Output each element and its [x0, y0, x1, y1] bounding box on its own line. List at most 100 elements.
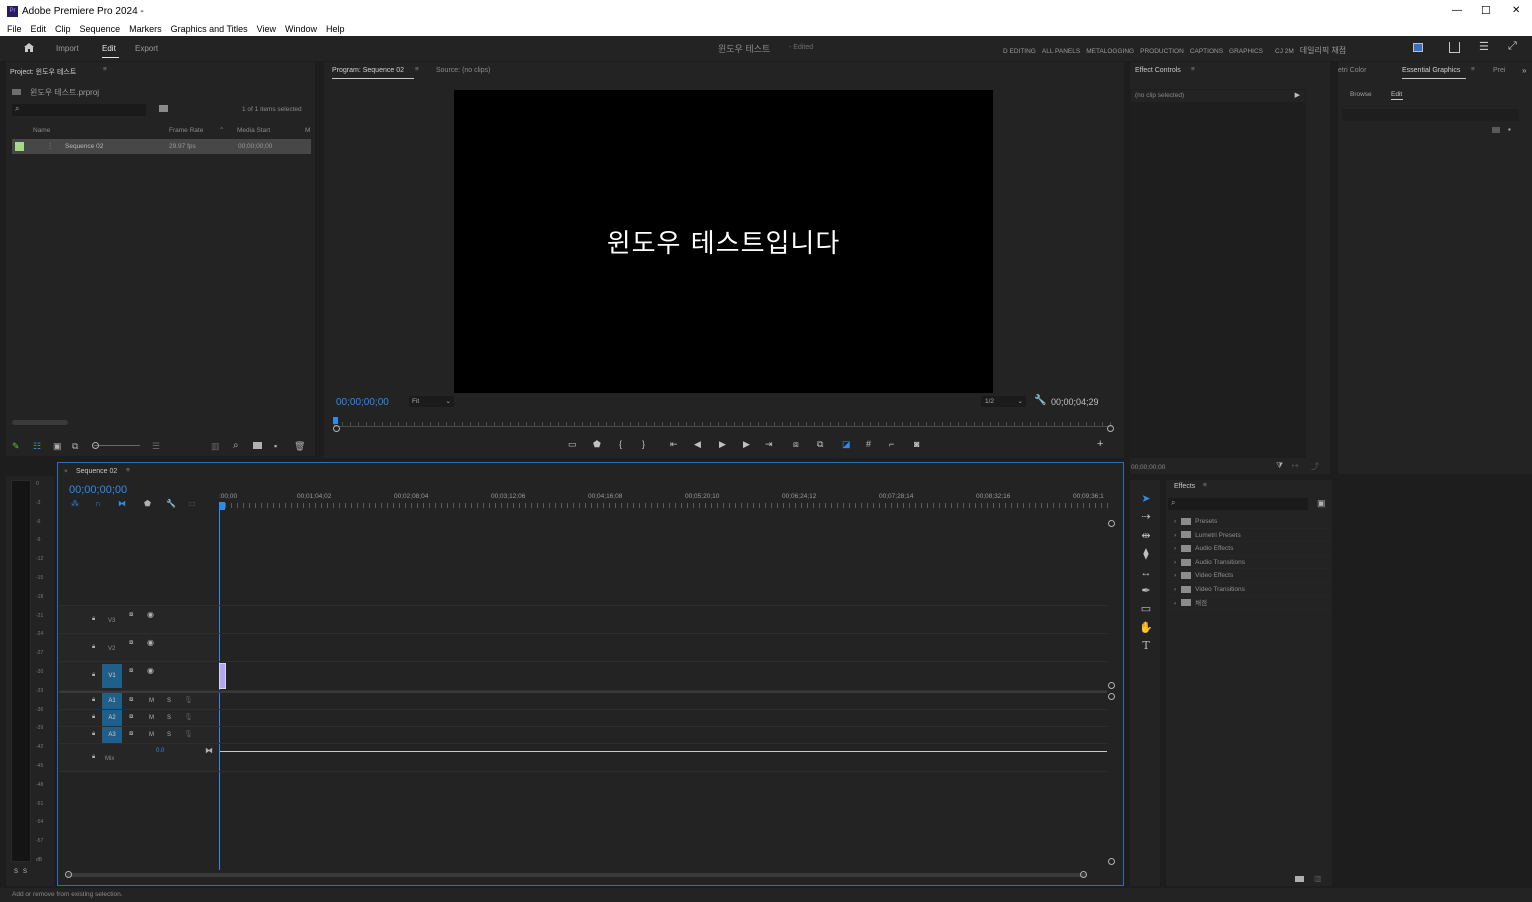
eye-icon[interactable]: ◉ — [147, 638, 154, 647]
wrench-icon[interactable]: 🔧 — [166, 499, 176, 508]
timeline-ruler[interactable]: :00;00 00;01;04;02 00;02;08;04 00;03;12;… — [219, 490, 1109, 512]
video-clip[interactable] — [219, 663, 226, 689]
tab-export[interactable]: Export — [135, 44, 158, 53]
mic-icon[interactable]: 🎙︎ — [184, 730, 193, 738]
menu-window[interactable]: Window — [285, 24, 317, 34]
track-label-v3[interactable]: V3 — [108, 618, 115, 624]
mix-volume-line[interactable] — [220, 751, 1107, 752]
tab-essential-graphics[interactable]: Essential Graphics — [1402, 67, 1460, 74]
selection-tool-icon[interactable]: ➤ — [1137, 490, 1155, 508]
workspace-daily[interactable]: 데일리픽 채점 — [1300, 46, 1346, 55]
go-to-out-icon[interactable]: ⇥ — [765, 439, 773, 450]
filter-icon[interactable]: ⧩ — [1276, 461, 1283, 471]
pen-tool-icon[interactable]: ✒ — [1137, 582, 1155, 600]
workspace-production[interactable]: PRODUCTION — [1140, 48, 1184, 55]
program-timecode[interactable]: 00;00;00;00 — [336, 397, 389, 408]
project-title[interactable]: Project: 윈도우 테스트 — [10, 67, 76, 77]
effects-menu-icon[interactable]: ≡ — [1203, 482, 1207, 489]
type-tool-icon[interactable]: T — [1137, 637, 1155, 655]
lock-icon[interactable]: 🔒︎ — [92, 672, 95, 679]
effects-item[interactable]: › Video Transitions — [1168, 583, 1331, 597]
tab-edit[interactable]: Edit — [102, 44, 116, 53]
vscroll-mid-handle-1[interactable] — [1108, 682, 1115, 689]
linked-selection-icon[interactable]: ⧓ — [118, 499, 126, 508]
vscroll-mid-handle-2[interactable] — [1108, 693, 1115, 700]
safe-margins-icon[interactable]: ▭ — [568, 439, 577, 450]
workspace-captions[interactable]: CAPTIONS — [1190, 48, 1223, 55]
tab-sequence[interactable]: Sequence 02 — [76, 468, 117, 475]
add-marker-icon[interactable]: ⬟ — [144, 499, 151, 508]
comparison-view-icon[interactable]: ◪ — [842, 439, 851, 450]
solo-button[interactable]: S — [167, 715, 171, 721]
solo-right-button[interactable]: S — [23, 869, 27, 875]
sync-lock-icon[interactable]: ⧇ — [129, 730, 133, 738]
menu-edit[interactable]: Edit — [31, 24, 47, 34]
maximize-button[interactable]: ☐ — [1481, 4, 1491, 17]
grid-icon[interactable]: # — [866, 439, 871, 449]
menu-file[interactable]: File — [7, 24, 22, 34]
solo-button[interactable]: S — [167, 698, 171, 704]
col-media-start[interactable]: Media Start — [237, 127, 270, 134]
effects-item[interactable]: › Video Effects — [1168, 569, 1331, 583]
menu-graphics[interactable]: Graphics and Titles — [171, 24, 248, 34]
tab-preview[interactable]: Prei — [1493, 67, 1505, 74]
automate-icon[interactable]: ▥ — [211, 441, 220, 452]
sync-lock-icon[interactable]: ⧇ — [129, 713, 133, 721]
project-search-input[interactable]: ⌕ — [12, 104, 146, 116]
export-icon[interactable]: ⤴ — [1311, 461, 1319, 472]
export-frame-icon[interactable]: ◙ — [914, 439, 919, 449]
col-m[interactable]: M — [305, 127, 310, 134]
mute-button[interactable]: M — [149, 698, 154, 704]
timeline-hscrollbar[interactable] — [67, 873, 1087, 877]
accelerated-effects-icon[interactable]: ▣ — [1317, 498, 1326, 509]
delete-custom-item-icon[interactable]: ▥ — [1314, 874, 1322, 883]
icon-view-icon[interactable]: ▣ — [53, 441, 62, 452]
go-to-in-icon[interactable]: ⇤ — [670, 439, 678, 450]
eye-icon[interactable]: ◉ — [147, 610, 154, 619]
close-tab-icon[interactable]: × — [64, 468, 68, 475]
eye-icon[interactable]: ◉ — [147, 666, 154, 675]
timeline-menu-icon[interactable]: ≡ — [126, 467, 130, 474]
sync-lock-icon[interactable]: ⧇ — [129, 611, 133, 619]
add-marker-icon[interactable]: ⬟ — [593, 439, 601, 450]
menu-view[interactable]: View — [257, 24, 276, 34]
new-bin-icon[interactable] — [253, 442, 262, 449]
lock-icon[interactable]: 🔒︎ — [92, 644, 95, 651]
subtab-edit[interactable]: Edit — [1391, 91, 1402, 98]
mark-in-icon[interactable]: { — [619, 439, 622, 449]
track-label-a1[interactable]: A1 — [102, 693, 122, 709]
fit-select[interactable]: Fit ⌄ — [409, 396, 454, 407]
workspace-all-panels[interactable]: ALL PANELS — [1042, 48, 1080, 55]
track-label-v1[interactable]: V1 — [102, 664, 122, 688]
resolution-select[interactable]: 1/2 ⌄ — [981, 396, 1026, 407]
tab-program[interactable]: Program: Sequence 02 — [332, 67, 404, 74]
new-folder-icon[interactable] — [1492, 127, 1500, 133]
new-layer-icon[interactable]: ▪ — [1508, 125, 1511, 134]
overflow-chevron-icon[interactable]: » — [1522, 66, 1526, 75]
tab-source[interactable]: Source: (no clips) — [436, 67, 490, 74]
sync-lock-icon[interactable]: ⧇ — [129, 696, 133, 704]
fx-icon[interactable]: ↦ — [1292, 461, 1299, 470]
workspace-graphics[interactable]: GRAPHICS — [1229, 48, 1263, 55]
timeline-timecode[interactable]: 00;00;00;00 — [69, 484, 127, 496]
sync-lock-icon[interactable]: ⧇ — [129, 639, 133, 647]
zoom-slider-handle[interactable] — [92, 442, 99, 449]
sync-lock-icon[interactable]: ⧇ — [129, 667, 133, 675]
track-label-a2[interactable]: A2 — [102, 710, 122, 726]
pencil-icon[interactable]: ✎ — [12, 441, 20, 452]
lock-icon[interactable]: 🔒︎ — [92, 616, 95, 623]
effects-item[interactable]: › 채점 — [1168, 597, 1331, 611]
program-time-ruler[interactable] — [334, 417, 1112, 427]
zoom-slider[interactable] — [94, 445, 140, 446]
go-to-end-icon[interactable]: ⧓ — [205, 746, 213, 755]
lock-icon[interactable]: 🔒︎ — [92, 754, 95, 761]
hand-tool-icon[interactable]: ✋ — [1137, 619, 1155, 637]
lock-icon[interactable]: 🔒︎ — [92, 697, 95, 704]
effects-item[interactable]: › Presets — [1168, 515, 1331, 529]
workspace-cj2m[interactable]: CJ 2M — [1275, 48, 1294, 55]
find-icon[interactable]: ⌕ — [233, 440, 239, 451]
workspace-metalogging[interactable]: METALOGGING — [1086, 48, 1134, 55]
vscroll-bottom-handle[interactable] — [1108, 858, 1115, 865]
freeform-view-icon[interactable]: ⧉ — [72, 441, 78, 452]
tab-lumetri-color[interactable]: etri Color — [1338, 67, 1366, 74]
